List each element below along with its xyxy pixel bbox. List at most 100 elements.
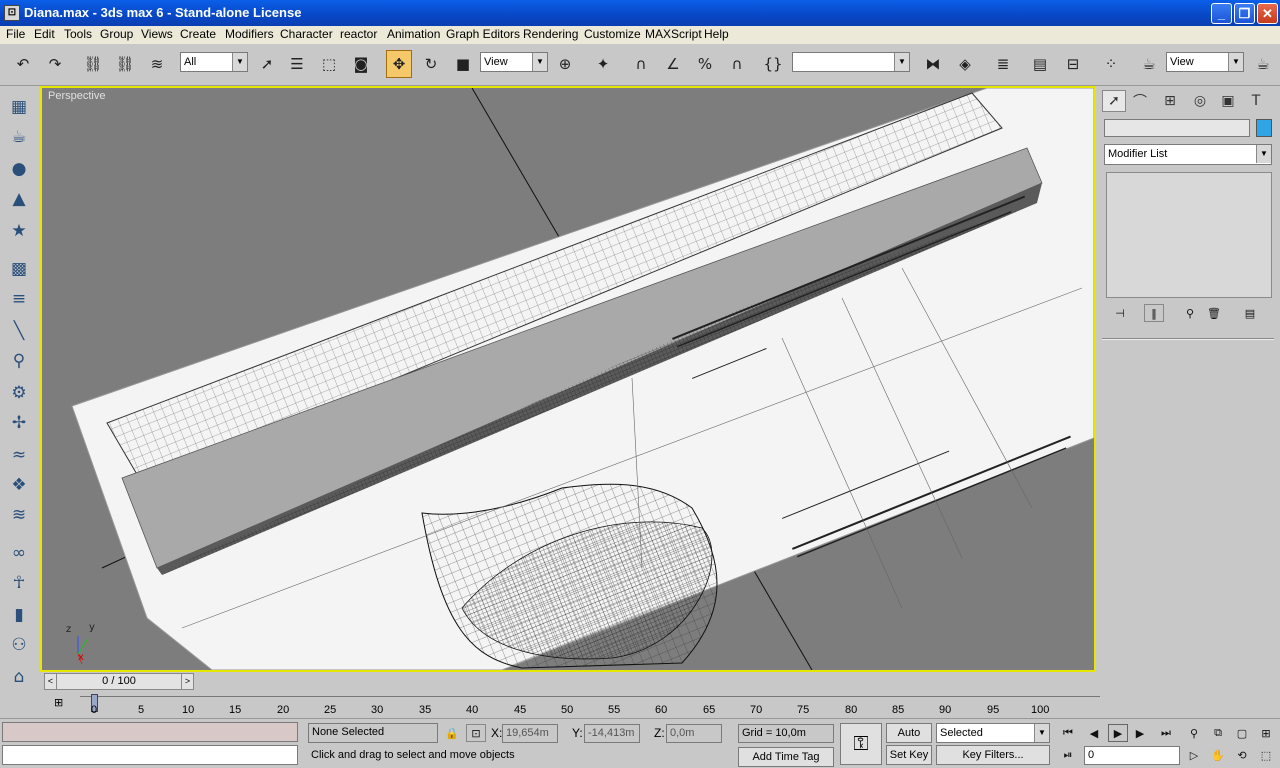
unlink-icon[interactable]: ⛓	[112, 50, 138, 78]
perspective-viewport[interactable]: Perspective z y x	[40, 86, 1096, 672]
manipulate-icon[interactable]: ✦	[590, 50, 616, 78]
edit-named-selections-icon[interactable]: {}	[760, 50, 786, 78]
zoom-icon[interactable]: ⚲	[1184, 724, 1204, 742]
dynamics-icon[interactable]: ⚇	[6, 632, 32, 658]
set-key-mode-icon[interactable]: ⚿	[840, 723, 882, 765]
select-and-scale-icon[interactable]: ■	[450, 50, 476, 78]
auto-key-button[interactable]: Auto Key	[886, 723, 932, 757]
biped-icon[interactable]: ☥	[6, 570, 32, 596]
bones-icon[interactable]: ∞	[6, 540, 32, 566]
render-scene-icon[interactable]: ☕	[1136, 50, 1162, 78]
align-icon[interactable]: ◈	[952, 50, 978, 78]
menu-modifiers[interactable]: Modifiers	[225, 27, 274, 41]
undo-icon[interactable]: ↶	[10, 50, 36, 78]
key-mode-toggle-icon[interactable]: ⏯	[1058, 746, 1078, 764]
pivot-center-icon[interactable]: ⊕	[552, 50, 578, 78]
y-coordinate-field[interactable]: -14,413m	[584, 724, 640, 743]
select-by-name-icon[interactable]: ☰	[284, 50, 310, 78]
menu-rendering[interactable]: Rendering	[523, 27, 578, 41]
maxscript-listener-mini[interactable]	[2, 722, 298, 742]
x-coordinate-field[interactable]: 19,654m	[502, 724, 558, 743]
menu-animation[interactable]: Animation	[387, 27, 440, 41]
create-camera-icon[interactable]: ⚲	[6, 348, 32, 374]
previous-frame-icon[interactable]: ◀	[1084, 724, 1104, 742]
wave-icon[interactable]: ≋	[6, 502, 32, 528]
create-star-icon[interactable]: ★	[6, 218, 32, 244]
menu-maxscript[interactable]: MAXScript	[645, 27, 702, 41]
key-mode-dropdown[interactable]: Selected ▼	[936, 723, 1050, 743]
make-unique-icon[interactable]: ⚲	[1180, 304, 1200, 322]
current-frame-field[interactable]: 0	[1084, 746, 1180, 765]
spinner-snap-icon[interactable]: ∩	[724, 50, 750, 78]
maxscript-input[interactable]	[2, 745, 298, 765]
create-cone-icon[interactable]: ▲	[6, 186, 32, 212]
field-of-view-icon[interactable]: ▷	[1184, 746, 1204, 764]
track-view-icon[interactable]: ▤	[1027, 50, 1053, 78]
time-slider[interactable]: < 0 / 100 >	[44, 673, 194, 690]
arc-rotate-icon[interactable]: ⟲	[1232, 746, 1252, 764]
pan-icon[interactable]: ✋	[1208, 746, 1228, 764]
render-type-dropdown[interactable]: View ▼	[1166, 52, 1244, 72]
material-editor-icon[interactable]: ⁘	[1098, 50, 1124, 78]
select-and-rotate-icon[interactable]: ↻	[418, 50, 444, 78]
named-selection-sets-dropdown[interactable]: ▼	[792, 52, 910, 72]
set-key-button[interactable]: Set Key	[886, 745, 932, 765]
lock-selection-icon[interactable]: 🔒	[442, 724, 462, 742]
particle-icon[interactable]: ❖	[6, 472, 32, 498]
object-color-swatch[interactable]	[1256, 119, 1272, 137]
menu-character[interactable]: Character	[280, 27, 333, 41]
app-icon[interactable]: ⊡	[4, 5, 20, 21]
show-end-result-icon[interactable]: ‖	[1144, 304, 1164, 322]
key-filters-button[interactable]: Key Filters...	[936, 745, 1050, 765]
percent-snap-icon[interactable]: %	[692, 50, 718, 78]
menu-edit[interactable]: Edit	[34, 27, 55, 41]
select-and-link-icon[interactable]: ⛓	[80, 50, 106, 78]
angle-snap-icon[interactable]: ∠	[660, 50, 686, 78]
motion-tab-icon[interactable]: ◎	[1188, 90, 1212, 112]
close-button[interactable]: ✕	[1257, 3, 1278, 24]
bind-space-warp-icon[interactable]: ≋	[144, 50, 170, 78]
z-coordinate-field[interactable]: 0,0m	[666, 724, 722, 743]
menu-tools[interactable]: Tools	[64, 27, 92, 41]
next-frame-icon[interactable]: ▶	[1130, 724, 1150, 742]
menu-file[interactable]: File	[6, 27, 25, 41]
go-to-end-icon[interactable]: ⏭	[1156, 724, 1176, 742]
hair-icon[interactable]: ⌂	[6, 664, 32, 690]
reference-coordinate-dropdown[interactable]: View ▼	[480, 52, 548, 72]
play-icon[interactable]: ▶	[1108, 724, 1128, 742]
track-bar-menu-icon[interactable]: ⊞	[54, 696, 72, 710]
configure-modifier-sets-icon[interactable]: ▤	[1240, 304, 1260, 322]
zoom-extents-all-icon[interactable]: ⊞	[1256, 724, 1276, 742]
maximize-viewport-icon[interactable]: ⬚	[1256, 746, 1276, 764]
modifier-stack-list[interactable]	[1106, 172, 1272, 298]
display-tab-icon[interactable]: ▣	[1216, 90, 1240, 112]
minimize-button[interactable]: _	[1211, 3, 1232, 24]
create-light-icon[interactable]: ╲	[6, 318, 32, 344]
select-and-move-icon[interactable]: ✥	[386, 50, 412, 78]
snap-toggle-icon[interactable]: ∩	[628, 50, 654, 78]
modify-tab-icon[interactable]: ⌒	[1128, 90, 1152, 112]
create-box-icon[interactable]: ▦	[6, 94, 32, 120]
menu-group[interactable]: Group	[100, 27, 133, 41]
zoom-all-icon[interactable]: ⧉	[1208, 724, 1228, 742]
viewport-label[interactable]: Perspective	[48, 90, 105, 102]
menu-reactor[interactable]: reactor	[340, 27, 377, 41]
go-to-start-icon[interactable]: ⏮	[1058, 724, 1078, 742]
hierarchy-tab-icon[interactable]: ⊞	[1158, 90, 1182, 112]
window-crossing-icon[interactable]: ◙	[348, 50, 374, 78]
cloth-icon[interactable]: ▮	[6, 602, 32, 628]
create-teapot-icon[interactable]: ☕	[6, 124, 32, 150]
create-sphere-icon[interactable]: ●	[6, 156, 32, 182]
menu-create[interactable]: Create	[180, 27, 216, 41]
menu-views[interactable]: Views	[141, 27, 173, 41]
remove-modifier-icon[interactable]: 🗑	[1204, 304, 1224, 322]
object-name-field[interactable]	[1104, 119, 1250, 137]
mirror-icon[interactable]: ⧓	[920, 50, 946, 78]
select-object-icon[interactable]: ➚	[254, 50, 280, 78]
track-bar[interactable]: ⊞ 0 5 10 15 20 25 30 35 40 45 50 55 60 6…	[0, 692, 1100, 718]
create-tab-icon[interactable]: ➚	[1102, 90, 1126, 112]
rectangular-selection-icon[interactable]: ⬚	[316, 50, 342, 78]
modifier-list-dropdown[interactable]: Modifier List ▼	[1104, 144, 1272, 165]
selection-filter-dropdown[interactable]: All ▼	[180, 52, 248, 72]
menu-customize[interactable]: Customize	[584, 27, 641, 41]
